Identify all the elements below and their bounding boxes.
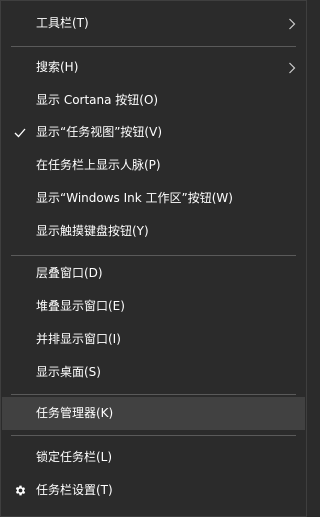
menu-item-label: 锁定任务栏(L) — [36, 450, 113, 464]
menu-item-label: 工具栏(T) — [36, 16, 89, 30]
menu-item-label: 显示桌面(S) — [36, 365, 101, 379]
menu-separator — [11, 394, 296, 395]
menu-separator — [11, 435, 296, 436]
menu-item-lock-taskbar[interactable]: 锁定任务栏(L) — [2, 441, 305, 474]
menu-item-label: 层叠窗口(D) — [36, 266, 103, 280]
chevron-right-icon — [287, 51, 297, 84]
menu-item-side-by-side-windows[interactable]: 并排显示窗口(I) — [2, 323, 305, 356]
menu-item-label: 显示 Cortana 按钮(O) — [36, 93, 159, 107]
menu-item-search[interactable]: 搜索(H) — [2, 51, 305, 84]
menu-item-show-people[interactable]: 在任务栏上显示人脉(P) — [2, 149, 305, 182]
menu-item-label: 显示触摸键盘按钮(Y) — [36, 224, 149, 238]
menu-item-show-cortana-button[interactable]: 显示 Cortana 按钮(O) — [2, 84, 305, 117]
menu-item-show-desktop[interactable]: 显示桌面(S) — [2, 356, 305, 389]
chevron-right-icon — [287, 7, 297, 40]
menu-item-label: 并排显示窗口(I) — [36, 332, 121, 346]
menu-item-show-task-view-button[interactable]: 显示“任务视图”按钮(V) — [2, 116, 305, 149]
gear-icon — [12, 474, 28, 507]
menu-item-show-windows-ink-button[interactable]: 显示“Windows Ink 工作区”按钮(W) — [2, 182, 305, 215]
menu-item-label: 任务管理器(K) — [36, 406, 114, 420]
taskbar-context-menu: 工具栏(T) 搜索(H) 显示 Cortana 按钮(O) 显示“任务视图”按钮… — [0, 0, 307, 517]
menu-item-label: 堆叠显示窗口(E) — [36, 299, 125, 313]
menu-separator — [11, 255, 296, 256]
menu-item-toolbars[interactable]: 工具栏(T) — [2, 7, 305, 40]
menu-item-cascade-windows[interactable]: 层叠窗口(D) — [2, 257, 305, 290]
menu-item-label: 显示“任务视图”按钮(V) — [36, 125, 163, 139]
menu-item-label: 搜索(H) — [36, 60, 79, 74]
menu-item-show-touch-keyboard-button[interactable]: 显示触摸键盘按钮(Y) — [2, 215, 305, 248]
menu-item-task-manager[interactable]: 任务管理器(K) — [2, 397, 305, 430]
menu-item-label: 任务栏设置(T) — [36, 483, 113, 497]
menu-item-taskbar-settings[interactable]: 任务栏设置(T) — [2, 474, 305, 507]
menu-item-stack-windows[interactable]: 堆叠显示窗口(E) — [2, 290, 305, 323]
checkmark-icon — [12, 116, 28, 149]
menu-item-label: 在任务栏上显示人脉(P) — [36, 158, 161, 172]
menu-item-label: 显示“Windows Ink 工作区”按钮(W) — [36, 191, 233, 205]
menu-separator — [11, 46, 296, 47]
